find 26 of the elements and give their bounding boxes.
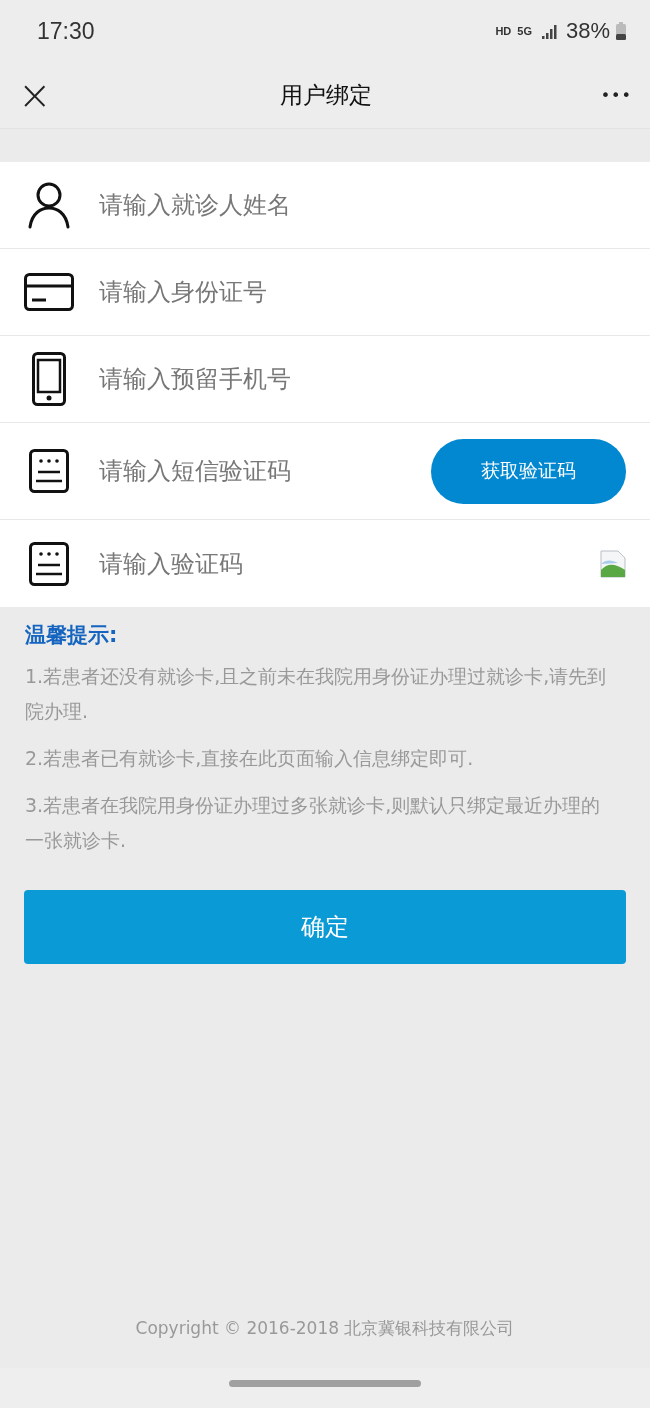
notice-title: 温馨提示: (25, 622, 119, 649)
broken-image-icon[interactable] (600, 549, 626, 578)
notice-text: 3.若患者在我院用身份证办理过多张就诊卡,则默认只绑定最近办理的一张就诊卡. (25, 793, 602, 853)
text-field[interactable]: 请输入验证码 (97, 548, 600, 579)
text-field[interactable]: 请输入就诊人姓名 (97, 190, 626, 220)
hd-indicator: HD (495, 25, 512, 37)
status-time: 17:30 (37, 17, 95, 45)
signal-icon (541, 23, 560, 39)
network-indicator: 5G (517, 25, 532, 37)
more-button[interactable]: ••• (600, 85, 632, 105)
battery-level: 38% (565, 18, 610, 44)
copyright-text: Copyright © 2016-2018 北京冀银科技有限公司 (135, 1318, 515, 1338)
notice-text: 1.若患者还没有就诊卡,且之前未在我院用身份证办理过就诊卡,请先到院办理. (25, 664, 608, 724)
page-title: 用户绑定 (280, 80, 373, 110)
text-field[interactable]: 请输入身份证号 (97, 277, 626, 307)
text-field[interactable]: 请输入预留手机号 (97, 364, 626, 394)
close-button[interactable]: × (18, 75, 52, 115)
notice-text: 2.若患者已有就诊卡,直接在此页面输入信息绑定即可. (25, 746, 475, 771)
code-icon (28, 449, 69, 493)
person-icon (26, 181, 71, 229)
get-code-button[interactable]: 获取验证码 (431, 438, 626, 504)
battery-icon (616, 22, 626, 40)
text-field[interactable]: 请输入短信验证码 (97, 456, 431, 486)
phone-icon (31, 352, 66, 406)
code-icon (28, 541, 69, 586)
card-icon (23, 273, 74, 311)
